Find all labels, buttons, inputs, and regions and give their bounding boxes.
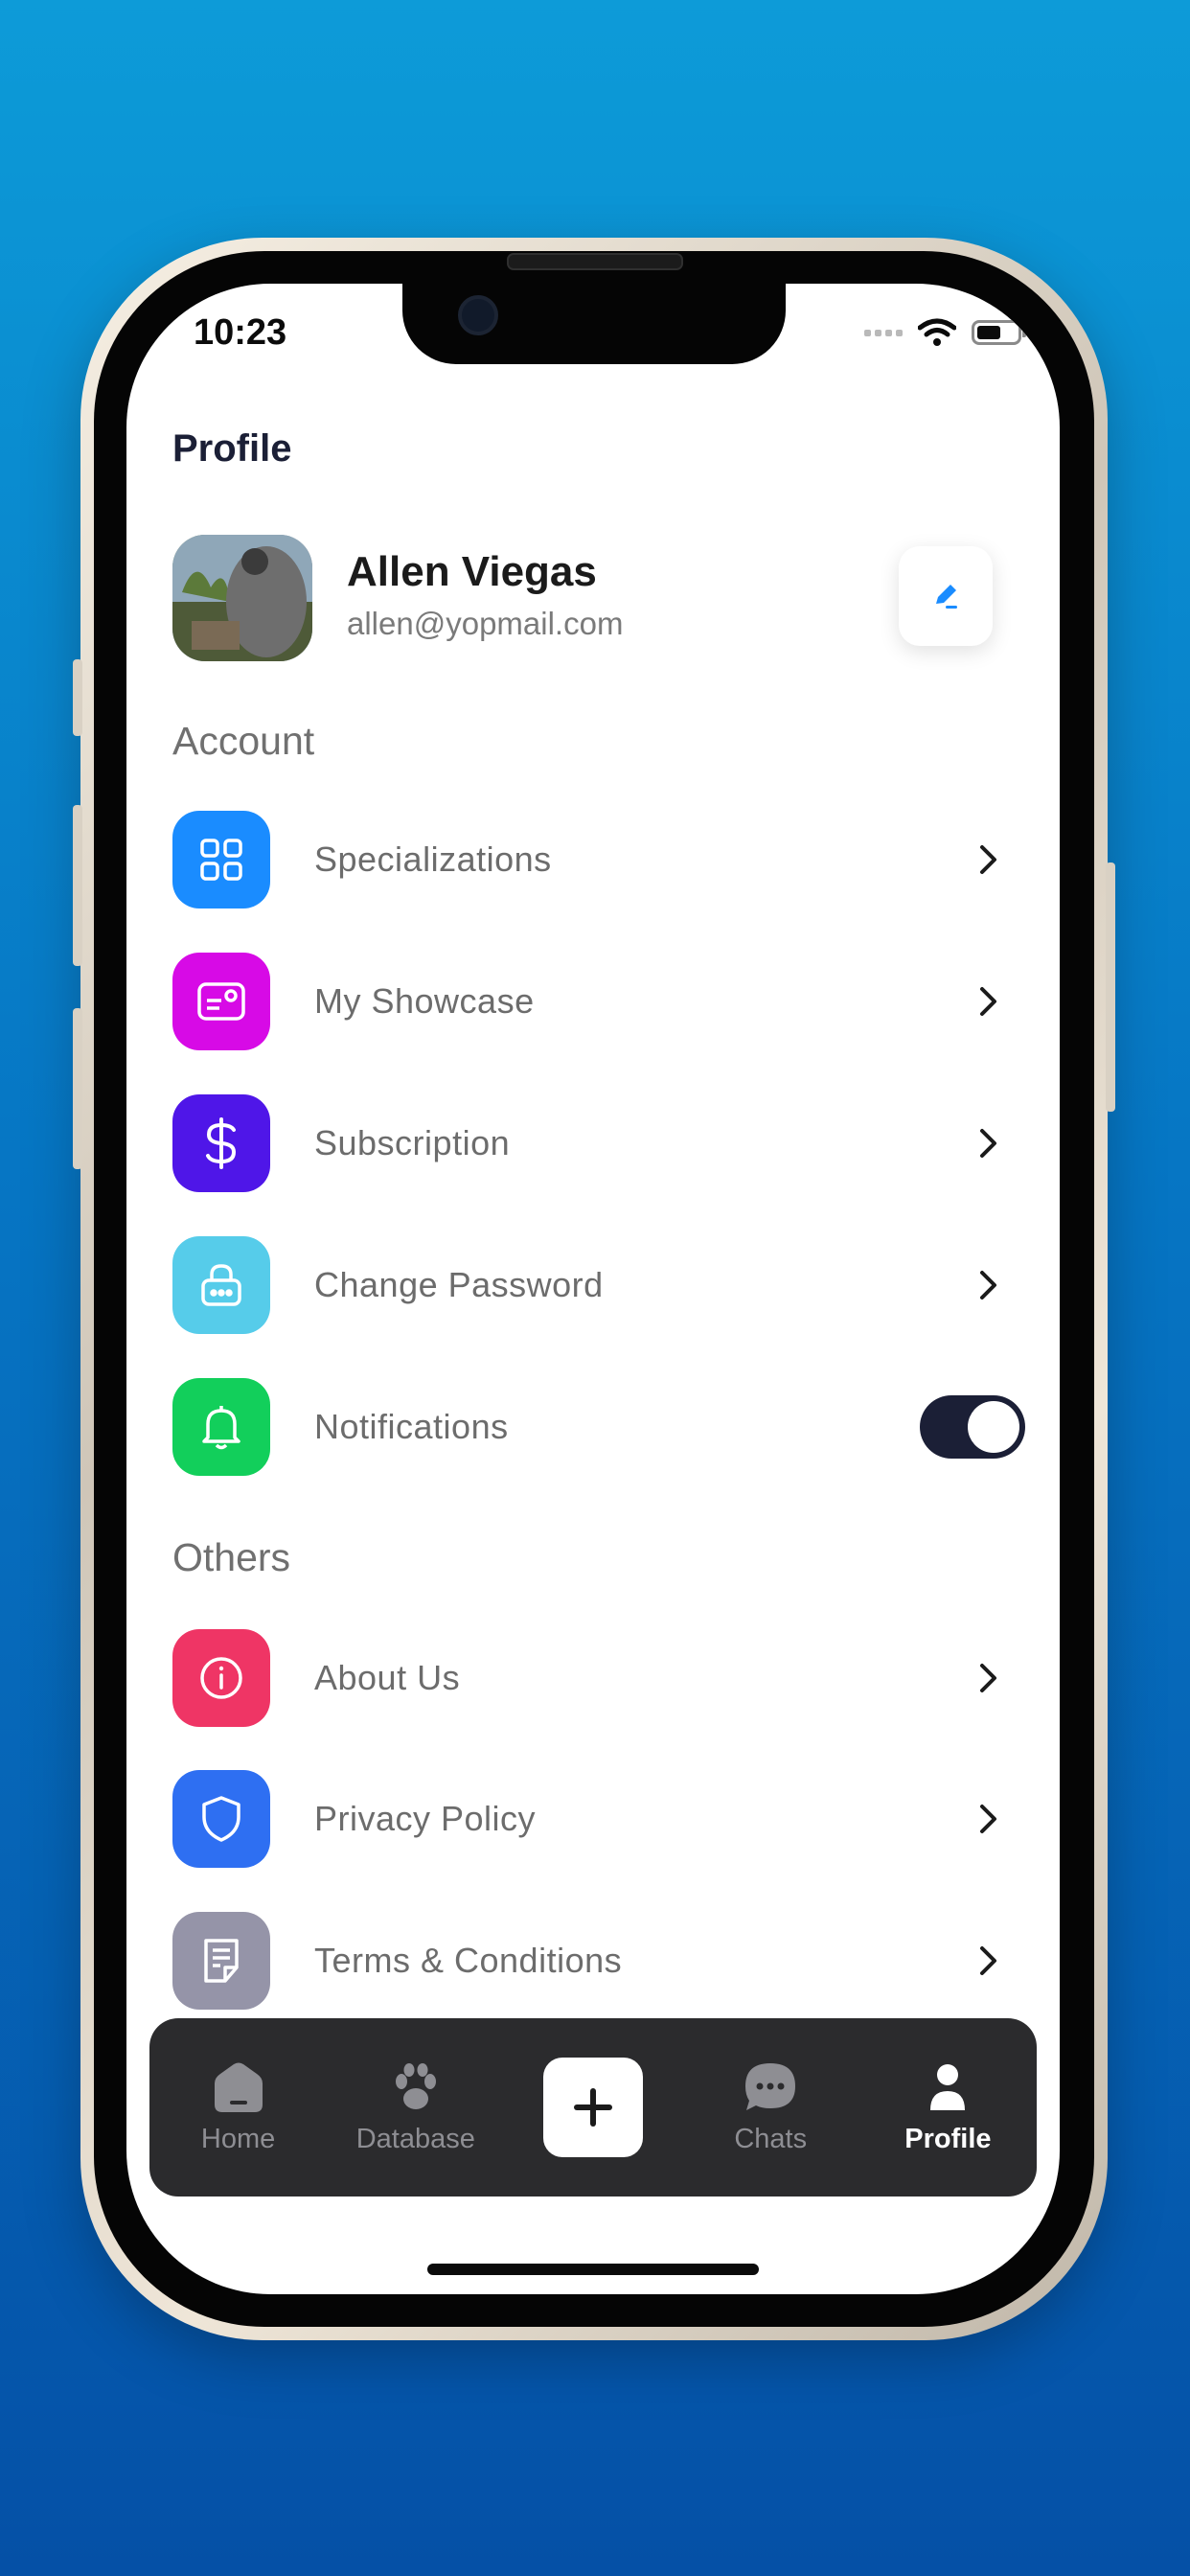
notch xyxy=(402,284,786,364)
menu-item-notifications: Notifications xyxy=(172,1378,1025,1476)
menu-item-specializations[interactable]: Specializations xyxy=(172,811,1016,908)
home-indicator xyxy=(427,2264,759,2275)
pencil-icon xyxy=(936,585,957,609)
volume-down-button xyxy=(73,1008,82,1169)
section-title-account: Account xyxy=(172,719,315,763)
grid-icon xyxy=(172,811,270,908)
menu-item-label: My Showcase xyxy=(314,981,535,1021)
document-icon xyxy=(172,1912,270,2010)
showcase-card-icon xyxy=(172,953,270,1050)
user-name: Allen Viegas xyxy=(347,548,597,595)
add-button[interactable] xyxy=(543,2058,643,2157)
section-title-others: Others xyxy=(172,1535,291,1579)
notifications-toggle[interactable] xyxy=(920,1395,1025,1459)
person-icon xyxy=(930,2063,966,2110)
menu-item-label: Notifications xyxy=(314,1407,509,1446)
lock-icon xyxy=(172,1236,270,1334)
chat-bubble-icon xyxy=(745,2062,796,2110)
menu-item-label: Change Password xyxy=(314,1265,604,1304)
dollar-icon xyxy=(172,1094,270,1192)
chevron-right-icon xyxy=(970,1942,1008,1980)
power-button xyxy=(1106,862,1115,1112)
tab-label: Profile xyxy=(904,2123,992,2154)
bottom-tab-bar: Home Database Chats Profile xyxy=(149,2018,1037,2196)
menu-item-label: About Us xyxy=(314,1658,461,1697)
screen: 10:23 Profile Allen Viegas allen@yopmail… xyxy=(126,284,1060,2294)
chevron-right-icon xyxy=(970,1800,1008,1838)
tab-label: Home xyxy=(200,2123,276,2154)
shield-icon xyxy=(172,1770,270,1868)
tab-label: Chats xyxy=(734,2123,808,2154)
plus-icon xyxy=(574,2088,612,2127)
menu-item-label: Specializations xyxy=(314,840,552,879)
chevron-right-icon xyxy=(970,982,1008,1021)
wifi-icon xyxy=(918,318,956,346)
status-time: 10:23 xyxy=(194,312,287,353)
chevron-right-icon xyxy=(970,840,1008,879)
page-title: Profile xyxy=(172,427,292,470)
paw-icon xyxy=(395,2062,436,2109)
menu-item-subscription[interactable]: Subscription xyxy=(172,1094,1016,1192)
bell-icon xyxy=(172,1378,270,1476)
info-icon xyxy=(172,1629,270,1727)
menu-item-label: Terms & Conditions xyxy=(314,1941,623,1980)
chevron-right-icon xyxy=(970,1266,1008,1304)
menu-item-change-password[interactable]: Change Password xyxy=(172,1236,1016,1334)
tab-home[interactable]: Home xyxy=(149,2060,327,2155)
battery-icon xyxy=(972,320,1026,345)
tab-profile[interactable]: Profile xyxy=(859,2060,1037,2155)
menu-item-about-us[interactable]: About Us xyxy=(172,1629,1016,1727)
home-icon xyxy=(214,2062,263,2112)
user-email: allen@yopmail.com xyxy=(347,606,624,641)
menu-item-label: Privacy Policy xyxy=(314,1799,537,1838)
edit-profile-button[interactable] xyxy=(899,546,993,646)
tab-database[interactable]: Database xyxy=(327,2060,504,2155)
chevron-right-icon xyxy=(970,1124,1008,1162)
tab-chats[interactable]: Chats xyxy=(682,2060,859,2155)
chevron-right-icon xyxy=(970,1659,1008,1697)
menu-item-privacy-policy[interactable]: Privacy Policy xyxy=(172,1770,1016,1868)
status-icons xyxy=(864,318,1026,347)
toggle-knob xyxy=(968,1401,1019,1453)
menu-item-terms-conditions[interactable]: Terms & Conditions xyxy=(172,1912,1016,2010)
menu-item-label: Subscription xyxy=(314,1123,511,1162)
front-camera xyxy=(458,295,498,335)
mute-switch xyxy=(73,659,82,736)
volume-up-button xyxy=(73,805,82,966)
tab-label: Database xyxy=(355,2123,475,2154)
menu-item-my-showcase[interactable]: My Showcase xyxy=(172,953,1016,1050)
cellular-signal-icon xyxy=(864,329,903,336)
tab-add[interactable] xyxy=(504,2058,681,2157)
avatar[interactable] xyxy=(172,535,312,661)
earpiece-speaker xyxy=(507,253,683,270)
